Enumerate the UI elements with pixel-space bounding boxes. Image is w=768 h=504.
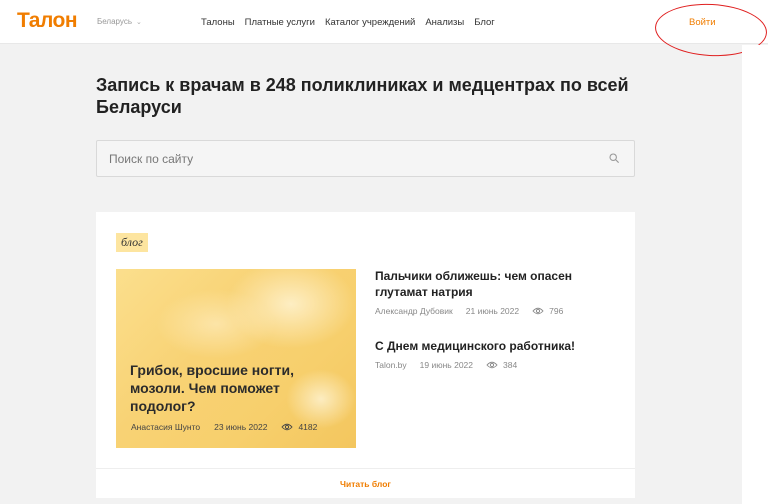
post-meta: Александр Дубовик 21 июнь 2022 796 [375,306,615,316]
nav-item-paid-services[interactable]: Платные услуги [245,17,315,28]
site-header: Талон Беларусь ⌄ Талоны Платные услуги Ка… [0,0,768,44]
search-input[interactable] [97,141,634,176]
post-title[interactable]: Пальчики оближешь: чем опасен глутамат н… [375,268,615,300]
post-title[interactable]: С Днем медицинского работника! [375,338,615,354]
chevron-down-icon: ⌄ [136,19,142,26]
eye-icon [486,361,498,369]
blog-card: блог Грибок, вросшие ногти, мозоли. Чем … [96,212,635,498]
login-link[interactable]: Войти [689,17,716,28]
read-blog-link[interactable]: Читать блог [340,479,391,489]
post-date: 21 июнь 2022 [465,306,520,316]
blog-post-item: С Днем медицинского работника! Talon.by … [375,338,615,370]
blog-card-footer: Читать блог [96,468,635,498]
search-icon[interactable] [609,153,619,163]
search-box [96,140,635,177]
post-date: 23 июнь 2022 [214,422,268,432]
blog-post-item: Пальчики оближешь: чем опасен глутамат н… [375,268,615,316]
page-edge [742,45,768,504]
eye-icon [532,307,544,315]
region-selector[interactable]: Беларусь ⌄ [97,17,142,26]
post-meta: Talon.by 19 июнь 2022 384 [375,360,615,370]
post-date: 19 июнь 2022 [419,360,474,370]
featured-post[interactable]: Грибок, вросшие ногти, мозоли. Чем помож… [116,269,356,448]
post-views: 384 [486,360,517,370]
featured-post-title[interactable]: Грибок, вросшие ногти, мозоли. Чем помож… [130,361,330,415]
post-author: Анастасия Шунто [131,422,201,432]
views-count: 796 [549,306,564,316]
site-logo[interactable]: Талон [17,9,78,33]
featured-image-highlight [156,289,276,359]
featured-post-meta: Анастасия Шунто 23 июнь 2022 4182 [131,422,317,432]
blog-tag[interactable]: блог [116,233,148,252]
post-views: 4182 [281,422,317,432]
post-author: Talon.by [375,360,407,370]
eye-icon [281,423,294,431]
nav-item-blog[interactable]: Блог [474,17,495,28]
views-count: 384 [503,360,518,370]
views-count: 4182 [298,422,318,432]
nav-item-catalog[interactable]: Каталог учреждений [325,17,415,28]
region-label: Беларусь [97,17,132,26]
nav-item-analyses[interactable]: Анализы [425,17,464,28]
post-views: 796 [532,306,563,316]
main-nav: Талоны Платные услуги Каталог учреждений… [201,17,495,28]
nav-item-talony[interactable]: Талоны [201,17,235,28]
page-title: Запись к врачам в 248 поликлиниках и мед… [96,75,629,117]
post-author: Александр Дубовик [375,306,453,316]
